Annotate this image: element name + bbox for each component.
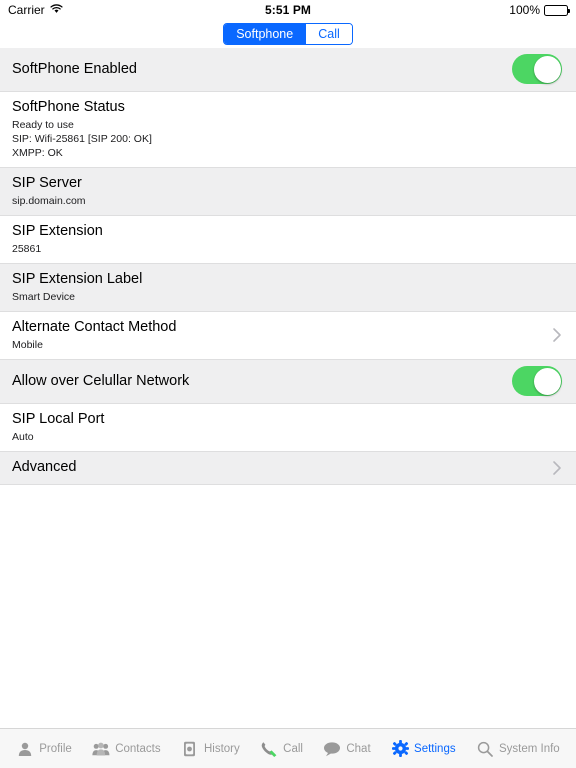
tab-label: Chat	[346, 742, 371, 755]
row-title: SIP Extension	[12, 223, 103, 239]
row-softphone-status[interactable]: SoftPhone Status Ready to use SIP: Wifi-…	[0, 92, 576, 168]
status-bar-right: 100%	[509, 3, 570, 17]
status-bar-time: 5:51 PM	[264, 3, 312, 17]
row-subtitle: sip.domain.com	[12, 195, 86, 207]
tab-history[interactable]: History	[179, 738, 242, 760]
people-icon	[92, 740, 110, 758]
chevron-right-icon	[552, 327, 562, 343]
segmented-control-bar: Softphone Call	[0, 20, 576, 48]
row-text: Alternate Contact Method Mobile	[12, 318, 544, 352]
row-text: SIP Server sip.domain.com	[12, 174, 562, 208]
tab-profile[interactable]: Profile	[14, 738, 74, 760]
toggle-knob	[533, 367, 561, 395]
battery-percent-label: 100%	[509, 3, 540, 17]
row-softphone-enabled[interactable]: SoftPhone Enabled	[0, 48, 576, 92]
tab-call[interactable]: Call	[258, 738, 305, 760]
tab-bar: Profile Contacts History Call Chat Setti…	[0, 728, 576, 768]
status-line-xmpp: XMPP: OK	[12, 147, 63, 159]
row-subtitle: Smart Device	[12, 291, 76, 303]
tab-contacts[interactable]: Contacts	[90, 738, 162, 760]
segment-softphone[interactable]: Softphone	[224, 24, 306, 44]
settings-table: SoftPhone Enabled SoftPhone Status Ready…	[0, 48, 576, 485]
row-allow-over-cellular-network[interactable]: Allow over Celullar Network	[0, 360, 576, 404]
status-bar: Carrier 5:51 PM 100%	[0, 0, 576, 20]
app-screen: Carrier 5:51 PM 100% Softphone Call Soft…	[0, 0, 576, 768]
phone-handset-icon	[260, 740, 278, 758]
row-sip-extension[interactable]: SIP Extension 25861	[0, 216, 576, 264]
tab-label: Settings	[414, 742, 456, 755]
row-sip-extension-label[interactable]: SIP Extension Label Smart Device	[0, 264, 576, 312]
tab-system-info[interactable]: System Info	[474, 738, 562, 760]
row-subtitle: Mobile	[12, 339, 43, 351]
battery-full-icon	[544, 4, 570, 16]
tab-chat[interactable]: Chat	[321, 738, 372, 760]
carrier-label: Carrier	[8, 3, 45, 17]
row-title: Advanced	[12, 459, 77, 475]
content-empty-area	[0, 485, 576, 768]
status-bar-left: Carrier	[8, 3, 63, 17]
row-text: Advanced	[12, 458, 544, 477]
search-icon	[476, 740, 494, 758]
segment-call[interactable]: Call	[305, 24, 352, 44]
row-sip-local-port[interactable]: SIP Local Port Auto	[0, 404, 576, 452]
row-subtitle: Auto	[12, 431, 34, 443]
tab-label: Contacts	[115, 742, 161, 755]
toggle-knob	[533, 55, 561, 83]
softphone-enabled-toggle[interactable]	[512, 54, 562, 84]
row-sip-server[interactable]: SIP Server sip.domain.com	[0, 168, 576, 216]
tab-label: Profile	[39, 742, 72, 755]
history-icon	[181, 740, 199, 758]
gear-icon	[391, 740, 409, 758]
tab-label: Call	[283, 742, 303, 755]
row-text: Allow over Celullar Network	[12, 372, 504, 391]
row-text: SoftPhone Status Ready to use SIP: Wifi-…	[12, 98, 562, 160]
row-text: SIP Extension 25861	[12, 222, 562, 256]
row-title: Alternate Contact Method	[12, 319, 177, 335]
wifi-icon	[50, 3, 63, 17]
row-title: SoftPhone Enabled	[12, 60, 137, 77]
row-advanced[interactable]: Advanced	[0, 452, 576, 485]
chevron-right-icon	[552, 460, 562, 476]
row-text: SIP Extension Label Smart Device	[12, 270, 562, 304]
row-subtitle: Ready to use SIP: Wifi-25861 [SIP 200: O…	[12, 118, 562, 160]
row-subtitle: 25861	[12, 243, 42, 255]
person-icon	[16, 740, 34, 758]
row-title: SoftPhone Status	[12, 99, 125, 115]
tab-label: History	[203, 742, 240, 755]
segmented-control[interactable]: Softphone Call	[223, 23, 353, 45]
tab-label: System Info	[498, 742, 560, 755]
row-title: SIP Server	[12, 175, 82, 191]
row-title: SIP Extension Label	[12, 271, 143, 287]
row-title: SIP Local Port	[12, 411, 105, 427]
row-title: Allow over Celullar Network	[12, 372, 190, 389]
status-line-sip: SIP: Wifi-25861 [SIP 200: OK]	[12, 133, 152, 145]
allow-over-cellular-toggle[interactable]	[512, 366, 562, 396]
row-text: SoftPhone Enabled	[12, 60, 504, 79]
row-alternate-contact-method[interactable]: Alternate Contact Method Mobile	[0, 312, 576, 360]
chat-bubble-icon	[323, 740, 341, 758]
row-text: SIP Local Port Auto	[12, 410, 562, 444]
status-line-ready: Ready to use	[12, 119, 74, 131]
tab-settings[interactable]: Settings	[389, 738, 458, 760]
